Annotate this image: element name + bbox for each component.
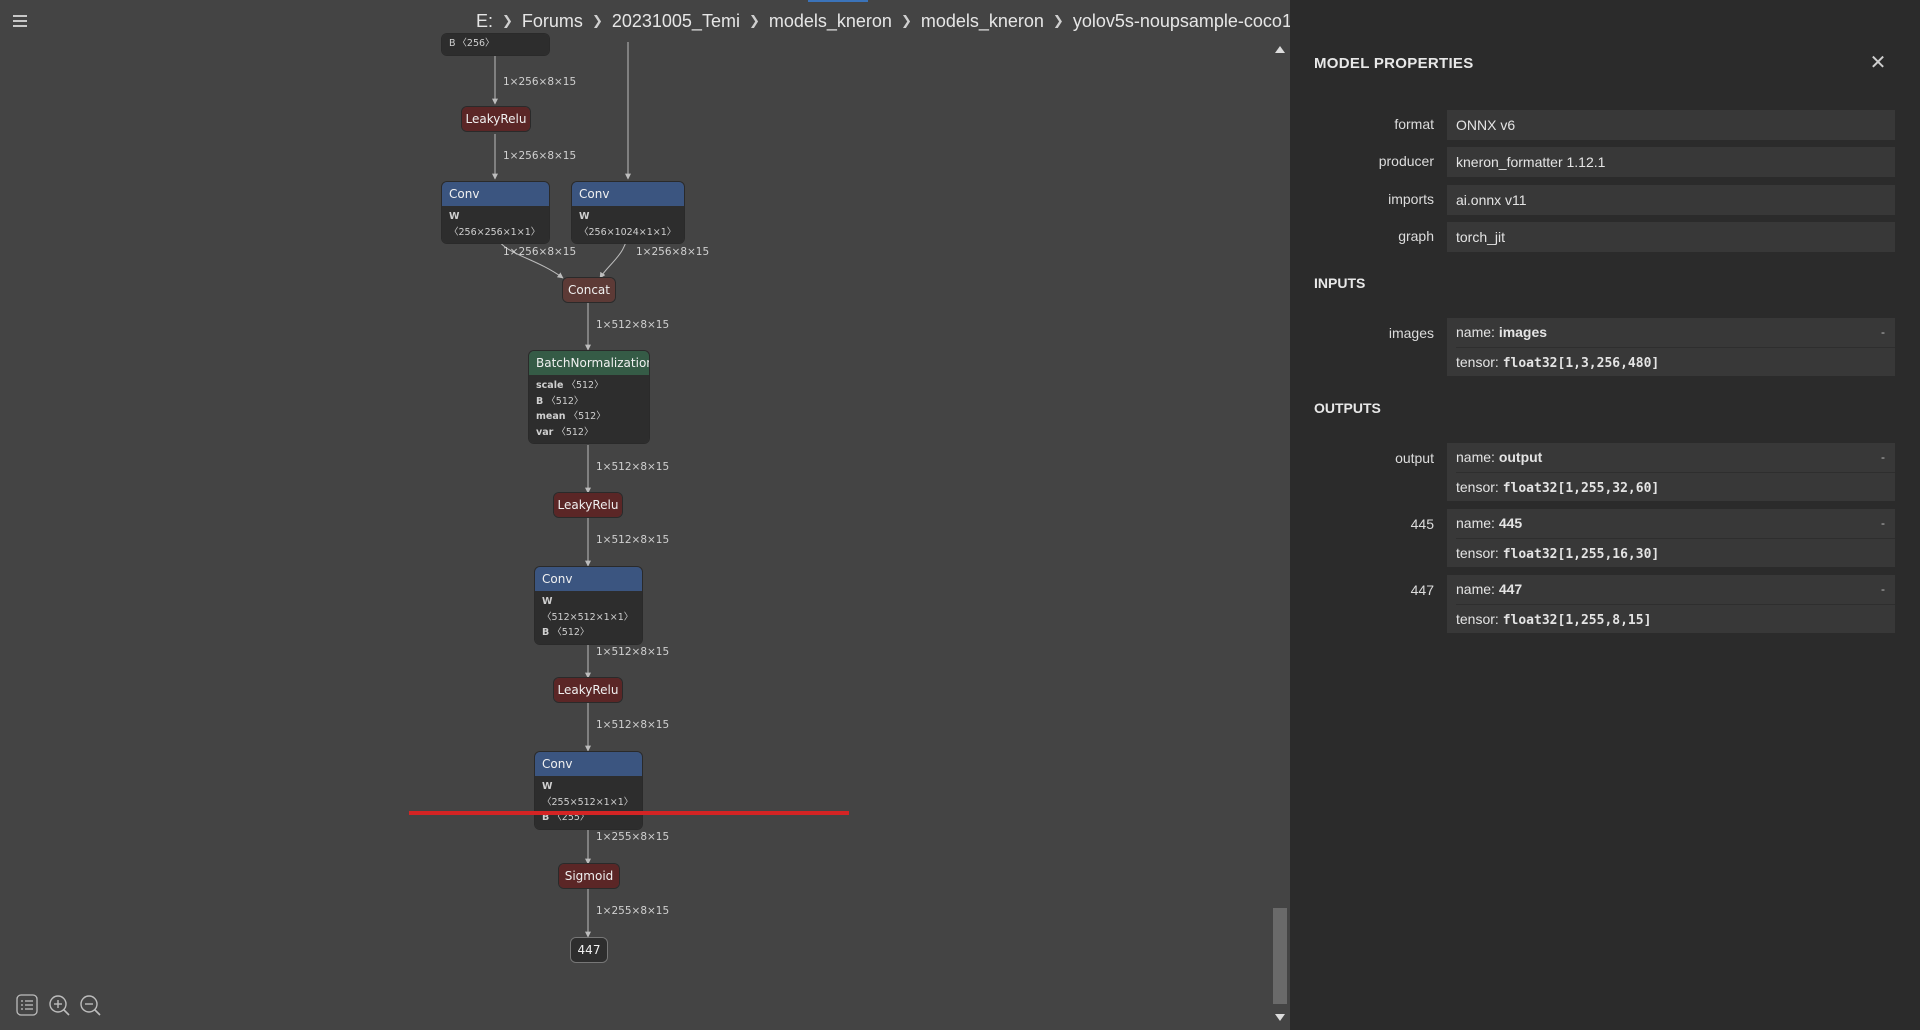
output-item-447[interactable]: name: 447- tensor: float32[1,255,8,15] (1447, 575, 1895, 633)
prop-value-format: ONNX v6 (1447, 110, 1895, 140)
node-title: LeakyRelu (554, 678, 622, 702)
output-label-445: 445 (1410, 516, 1434, 532)
breadcrumb-item-models-sub[interactable]: models_kneron (921, 11, 1044, 32)
panel-title: MODEL PROPERTIES (1314, 55, 1474, 72)
output-tensor-type: float32[1,255,32,60] (1502, 481, 1660, 496)
output-name: 447 (1498, 581, 1523, 597)
graph-node-conv[interactable]: Conv W 〈255×512×1×1〉 B 〈255〉 (535, 752, 642, 829)
output-label-output: output (1395, 450, 1434, 466)
output-label-447: 447 (1410, 582, 1434, 598)
input-name: images (1498, 324, 1548, 340)
scrollbar-thumb[interactable] (1273, 908, 1287, 1004)
node-title: Concat (563, 278, 615, 302)
node-attributes: W 〈512×512×1×1〉 B 〈512〉 (535, 591, 642, 644)
edge-label: 1×512×8×15 (596, 534, 670, 546)
edge-label: 1×256×8×15 (503, 76, 577, 88)
input-item-images[interactable]: name: images - tensor: float32[1,3,256,48… (1447, 318, 1895, 376)
prop-value-graph: torch_jit (1447, 222, 1895, 252)
node-title: 447 (571, 938, 607, 962)
input-label-images: images (1388, 325, 1434, 341)
input-tensor-type: float32[1,3,256,480] (1502, 356, 1660, 371)
edge-label: 1×512×8×15 (596, 461, 670, 473)
node-title: Conv (535, 567, 642, 591)
graph-canvas[interactable]: B 〈256〉 1×256×8×15 LeakyRelu 1×256×8×15 … (0, 34, 1290, 1030)
breadcrumb-item-drive[interactable]: E: (476, 11, 493, 32)
graph-node-batchnormalization[interactable]: BatchNormalization scale 〈512〉 B 〈512〉 m… (529, 351, 649, 443)
chevron-right-icon: ❯ (591, 13, 603, 28)
progress-indicator (808, 0, 868, 2)
expand-toggle[interactable]: - (1881, 575, 1885, 604)
output-name: 445 (1498, 515, 1523, 531)
section-title-outputs: OUTPUTS (1314, 400, 1381, 416)
chevron-right-icon: ❯ (900, 13, 912, 28)
prop-label-producer: producer (1378, 153, 1434, 169)
node-title: Conv (535, 752, 642, 776)
output-tensor-type: float32[1,255,8,15] (1502, 613, 1652, 628)
prop-label-imports: imports (1388, 191, 1434, 207)
zoom-in-icon[interactable] (47, 993, 71, 1017)
node-attr-b: B 〈256〉 (442, 34, 549, 55)
node-attributes: scale 〈512〉 B 〈512〉 mean 〈512〉 var 〈512〉 (529, 375, 649, 443)
output-item-445[interactable]: name: 445- tensor: float32[1,255,16,30] (1447, 509, 1895, 567)
graph-node-leakyrelu[interactable]: LeakyRelu (554, 678, 622, 702)
edge-label: 1×255×8×15 (596, 905, 670, 917)
output-name: output (1498, 449, 1543, 465)
chevron-right-icon: ❯ (748, 13, 760, 28)
edge-label: 1×256×8×15 (503, 246, 577, 258)
menu-icon[interactable] (10, 11, 30, 31)
edge-label: 1×255×8×15 (596, 831, 670, 843)
expand-toggle[interactable]: - (1881, 509, 1885, 538)
scroll-up-icon[interactable] (1275, 46, 1285, 53)
section-title-inputs: INPUTS (1314, 275, 1366, 291)
graph-node-conv[interactable]: Conv W 〈256×256×1×1〉 (442, 182, 549, 243)
prop-value-imports: ai.onnx v11 (1447, 185, 1895, 215)
edge-label: 1×512×8×15 (596, 646, 670, 658)
node-title: Sigmoid (559, 864, 619, 888)
expand-toggle[interactable]: - (1881, 443, 1885, 472)
prop-label-format: format (1394, 116, 1434, 132)
annotation-red-line (409, 811, 849, 815)
output-tensor-type: float32[1,255,16,30] (1502, 547, 1660, 562)
output-item-output[interactable]: name: output - tensor: float32[1,255,32,6… (1447, 443, 1895, 501)
node-title: LeakyRelu (554, 493, 622, 517)
node-title: LeakyRelu (462, 107, 530, 131)
node-attributes: W 〈256×1024×1×1〉 (572, 206, 684, 243)
node-title: BatchNormalization (529, 351, 649, 375)
chevron-right-icon: ❯ (1052, 13, 1064, 28)
graph-node-output[interactable]: 447 (571, 938, 607, 962)
edge-label: 1×512×8×15 (596, 719, 670, 731)
zoom-out-icon[interactable] (78, 993, 102, 1017)
graph-node-conv[interactable]: Conv W 〈512×512×1×1〉 B 〈512〉 (535, 567, 642, 644)
graph-node-conv[interactable]: Conv W 〈256×1024×1×1〉 (572, 182, 684, 243)
edge-label: 1×256×8×15 (636, 246, 710, 258)
close-icon[interactable]: ✕ (1868, 53, 1888, 73)
node-title: Conv (572, 182, 684, 206)
list-icon[interactable] (15, 993, 39, 1017)
graph-node-leakyrelu[interactable]: LeakyRelu (462, 107, 530, 131)
edge-label: 1×256×8×15 (503, 150, 577, 162)
node-title: Conv (442, 182, 549, 206)
node-attributes: W 〈255×512×1×1〉 B 〈255〉 (535, 776, 642, 829)
edge-label: 1×512×8×15 (596, 319, 670, 331)
vertical-scrollbar[interactable] (1270, 42, 1290, 1030)
graph-node-conv-partial[interactable]: B 〈256〉 (442, 34, 549, 55)
prop-label-graph: graph (1398, 228, 1434, 244)
breadcrumb-item-forums[interactable]: Forums (522, 11, 583, 32)
scroll-down-icon[interactable] (1275, 1014, 1285, 1021)
expand-toggle[interactable]: - (1881, 318, 1885, 347)
prop-value-producer: kneron_formatter 1.12.1 (1447, 147, 1895, 177)
graph-node-concat[interactable]: Concat (563, 278, 615, 302)
graph-node-leakyrelu[interactable]: LeakyRelu (554, 493, 622, 517)
graph-node-sigmoid[interactable]: Sigmoid (559, 864, 619, 888)
breadcrumb-item-models[interactable]: models_kneron (769, 11, 892, 32)
breadcrumb-item-folder[interactable]: 20231005_Temi (612, 11, 740, 32)
chevron-right-icon: ❯ (502, 13, 513, 28)
node-attributes: W 〈256×256×1×1〉 (442, 206, 549, 243)
model-properties-panel: MODEL PROPERTIES ✕ format ONNX v6 produc… (1290, 0, 1920, 1030)
